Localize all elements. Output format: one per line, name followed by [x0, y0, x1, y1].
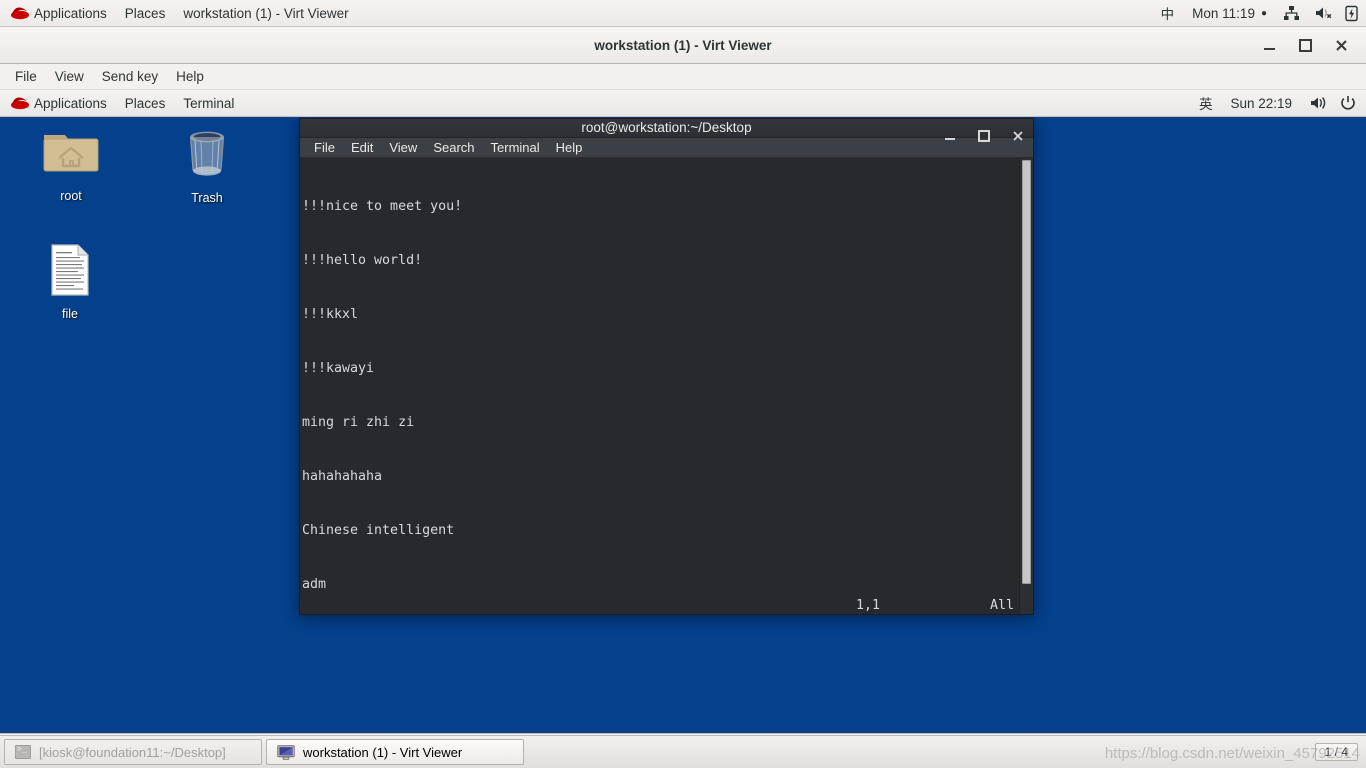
terminal-body[interactable]: !!!nice to meet you! !!!hello world! !!!…	[300, 157, 1033, 614]
guest-desktop[interactable]: root Trash file root@workstation:~/Deskt…	[0, 117, 1366, 733]
monitor-icon	[277, 744, 295, 760]
terminal-window-controls	[939, 119, 1029, 152]
speaker-muted-icon[interactable]	[1307, 0, 1340, 27]
close-icon[interactable]	[1330, 35, 1352, 57]
speaker-icon[interactable]	[1301, 90, 1336, 117]
terminal-scrollbar-thumb[interactable]	[1022, 159, 1031, 584]
minimize-icon[interactable]	[939, 125, 961, 147]
host-window-title-label: workstation (1) - Virt Viewer	[183, 5, 349, 21]
host-applications-label: Applications	[34, 5, 107, 21]
terminal-line: Chinese intelligent	[302, 522, 455, 538]
host-task-virt-viewer[interactable]: workstation (1) - Virt Viewer	[266, 739, 524, 765]
desktop-icon-root-label: root	[60, 189, 82, 203]
terminal-window[interactable]: root@workstation:~/Desktop File Edit Vie…	[299, 118, 1034, 615]
guest-applications-label: Applications	[34, 95, 107, 111]
host-clock-label: Mon 11:19	[1192, 5, 1255, 21]
terminal-line: !!!nice to meet you!	[302, 198, 463, 214]
term-menu-help[interactable]: Help	[548, 138, 591, 157]
terminal-line: !!!kawayi	[302, 360, 375, 376]
host-window-title-item[interactable]: workstation (1) - Virt Viewer	[174, 0, 357, 27]
host-places-label: Places	[124, 5, 166, 21]
virt-viewer-window: workstation (1) - Virt Viewer File View …	[0, 27, 1366, 768]
vv-menu-send-key[interactable]: Send key	[93, 67, 167, 86]
guest-terminal-menu[interactable]: Terminal	[174, 90, 243, 117]
guest-terminal-label: Terminal	[183, 95, 235, 111]
host-network-icon[interactable]	[1276, 0, 1307, 27]
terminal-scrollbar[interactable]	[1019, 157, 1033, 614]
term-menu-view[interactable]: View	[381, 138, 425, 157]
document-icon	[48, 243, 92, 302]
terminal-menubar: File Edit View Search Terminal Help	[300, 137, 1033, 158]
desktop-icon-root[interactable]: root	[25, 127, 117, 203]
guest-places-menu[interactable]: Places	[116, 90, 175, 117]
close-icon[interactable]	[1007, 125, 1029, 147]
guest-input-method-indicator[interactable]: 英	[1190, 90, 1222, 117]
redhat-logo-icon	[9, 94, 31, 112]
maximize-icon[interactable]	[973, 125, 995, 147]
host-task-kiosk-label: [kiosk@foundation11:~/Desktop]	[39, 744, 226, 760]
desktop-icon-trash[interactable]: Trash	[161, 127, 253, 205]
term-menu-edit[interactable]: Edit	[343, 138, 381, 157]
power-icon[interactable]	[1336, 90, 1366, 117]
host-clock-dot: ●	[1260, 7, 1267, 19]
virt-viewer-window-controls	[1258, 27, 1360, 64]
term-menu-file[interactable]: File	[306, 138, 343, 157]
desktop-icon-file[interactable]: file	[24, 243, 116, 321]
terminal-line: !!!kkxl	[302, 306, 359, 322]
vv-menu-file[interactable]: File	[6, 67, 46, 86]
guest-input-method-label: 英	[1198, 97, 1213, 112]
guest-clock[interactable]: Sun 22:19	[1221, 90, 1301, 117]
terminal-text-buffer[interactable]: !!!nice to meet you! !!!hello world! !!!…	[300, 158, 1019, 614]
vv-menu-help[interactable]: Help	[167, 67, 213, 86]
guest-applications-menu[interactable]: Applications	[0, 90, 116, 117]
host-top-panel: Applications Places workstation (1) - Vi…	[0, 0, 1366, 27]
host-input-method-label: 中	[1160, 7, 1175, 22]
virt-viewer-title: workstation (1) - Virt Viewer	[594, 37, 772, 53]
host-places-menu[interactable]: Places	[116, 0, 175, 27]
terminal-line: hahahahaha	[302, 468, 383, 484]
redhat-logo-icon	[9, 4, 31, 22]
trash-icon	[181, 127, 233, 186]
host-task-virt-viewer-label: workstation (1) - Virt Viewer	[303, 744, 463, 760]
host-input-method-indicator[interactable]: 中	[1152, 0, 1184, 27]
virt-viewer-titlebar[interactable]: workstation (1) - Virt Viewer	[0, 27, 1366, 64]
term-menu-terminal[interactable]: Terminal	[483, 138, 548, 157]
terminal-title: root@workstation:~/Desktop	[581, 120, 752, 136]
host-applications-menu[interactable]: Applications	[0, 0, 116, 27]
home-folder-icon	[41, 127, 101, 184]
terminal-line: !!!hello world!	[302, 252, 423, 268]
virt-viewer-menubar: File View Send key Help	[0, 64, 1366, 90]
host-workspace-indicator[interactable]: 1 / 4	[1314, 743, 1358, 761]
host-taskbar: [kiosk@foundation11:~/Desktop] workstati…	[0, 735, 1366, 768]
host-task-kiosk-terminal[interactable]: [kiosk@foundation11:~/Desktop]	[4, 739, 262, 765]
terminal-titlebar[interactable]: root@workstation:~/Desktop	[300, 119, 1033, 141]
term-menu-search[interactable]: Search	[425, 138, 482, 157]
terminal-line: adm	[302, 576, 327, 592]
guest-top-panel: Applications Places Terminal 英 Sun 22:19	[0, 90, 1366, 117]
terminal-icon	[15, 744, 31, 759]
minimize-icon[interactable]	[1258, 35, 1280, 57]
vv-menu-view[interactable]: View	[46, 67, 93, 86]
guest-clock-label: Sun 22:19	[1230, 95, 1292, 111]
vim-cursor-position: 1,1	[856, 598, 881, 613]
vim-scroll-percent: All	[990, 598, 1015, 613]
host-clock[interactable]: Mon 11:19 ●	[1183, 0, 1276, 27]
desktop-icon-trash-label: Trash	[191, 191, 223, 205]
battery-icon[interactable]	[1340, 0, 1366, 27]
maximize-icon[interactable]	[1294, 35, 1316, 57]
terminal-line: ming ri zhi zi	[302, 414, 415, 430]
vim-status-line: 1,1 All	[300, 594, 1033, 614]
desktop-icon-file-label: file	[62, 307, 78, 321]
guest-places-label: Places	[124, 95, 166, 111]
